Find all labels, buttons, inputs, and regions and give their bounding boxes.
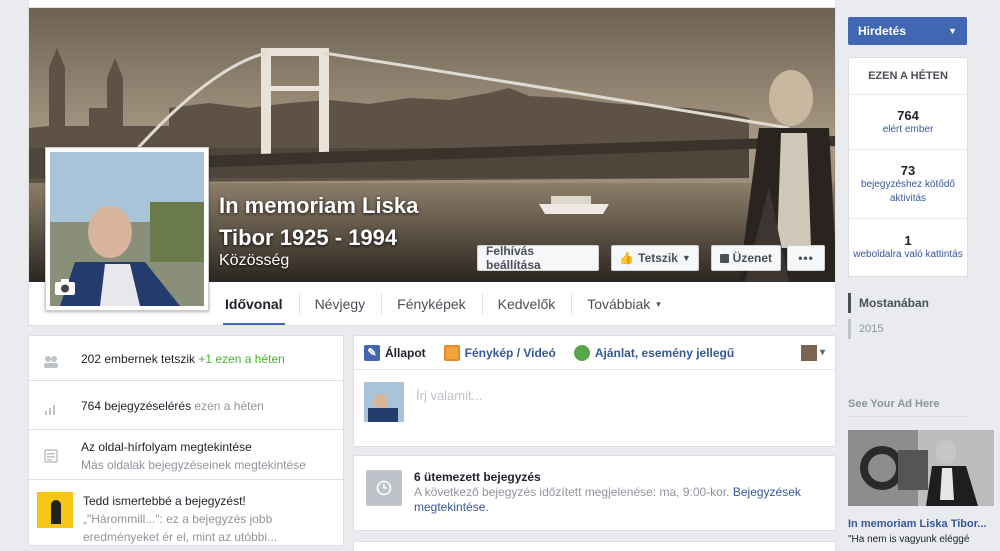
tab-more[interactable]: Továbbiak ▾ xyxy=(571,282,677,325)
composer-tab-offer[interactable]: Ajánlat, esemény jellegű xyxy=(573,344,735,361)
timeline-nav: Mostanában 2015 xyxy=(848,293,968,339)
cover-card: In memoriam Liska Tibor 1925 - 1994 Közö… xyxy=(28,8,836,326)
composer-tab-status-label: Állapot xyxy=(385,345,426,360)
promote-card[interactable]: Tedd ismertebbé a bejegyzést! „"Hárommil… xyxy=(28,480,344,546)
stat-engagement[interactable]: 73 bejegyzéshez kötődő aktivitás xyxy=(849,149,967,218)
chevron-down-icon: ▾ xyxy=(819,347,825,358)
bar-chart-icon xyxy=(43,401,59,417)
chevron-down-icon: ▾ xyxy=(656,298,661,309)
scheduled-text: A következő bejegyzés időzített megjelen… xyxy=(414,485,730,499)
more-icon: ••• xyxy=(798,251,814,265)
like-button[interactable]: 👍 Tetszik ▼ xyxy=(611,245,699,271)
profile-picture[interactable] xyxy=(45,147,209,311)
composer-input[interactable]: Írj valamit... xyxy=(416,388,482,422)
feed-subtitle: Más oldalak bejegyzéseinek megtekintése xyxy=(81,458,306,472)
likes-card[interactable]: 202 embernek tetszik +1 ezen a héten xyxy=(28,335,344,381)
page-category[interactable]: Közösség xyxy=(219,252,289,270)
stat-number: 73 xyxy=(900,162,916,178)
scheduled-posts-card: 6 ütemezett bejegyzés A következő bejegy… xyxy=(353,455,836,531)
next-card xyxy=(353,541,836,551)
tab-about[interactable]: Névjegy xyxy=(298,282,382,325)
reach-card[interactable]: 764 bejegyzéselérés ezen a héten xyxy=(28,381,344,430)
likes-delta: +1 ezen a héten xyxy=(198,352,285,366)
ad-title[interactable]: In memoriam Liska Tibor... xyxy=(848,518,1000,530)
likes-count: 202 embernek tetszik xyxy=(81,352,196,366)
feed-title: Az oldal-hírfolyam megtekintése xyxy=(81,440,252,454)
divider xyxy=(848,416,968,417)
tab-more-label: Továbbiak xyxy=(587,296,651,312)
view-posts-link[interactable]: Bejegyzések xyxy=(733,485,801,499)
promo-title: Tedd ismertebbé a bejegyzést! xyxy=(83,494,246,508)
stat-label: bejegyzéshez kötődő aktivitás xyxy=(861,178,955,204)
promo-text-2: eredményeket ér el, mint az utóbbi... xyxy=(83,530,278,544)
view-posts-link-2[interactable]: megtekintése. xyxy=(414,500,801,515)
camera-icon[interactable] xyxy=(54,278,76,296)
reach-period: ezen a héten xyxy=(194,399,264,413)
pencil-icon: ✎ xyxy=(364,344,380,361)
avatar xyxy=(364,382,404,422)
clock-icon xyxy=(366,470,402,506)
people-icon xyxy=(43,354,59,370)
cta-button[interactable]: Felhívás beállítása xyxy=(477,244,599,272)
reach-count: 764 bejegyzéselérés xyxy=(81,399,192,413)
composer-tab-photo[interactable]: Fénykép / Videó xyxy=(443,344,556,361)
tab-timeline[interactable]: Idővonal xyxy=(209,282,299,325)
stat-label: elért ember xyxy=(882,123,934,135)
stat-clicks[interactable]: 1 weboldalra való kattintás xyxy=(849,218,967,276)
photo-icon xyxy=(443,344,460,361)
feed-card[interactable]: Az oldal-hírfolyam megtekintése Más olda… xyxy=(28,430,344,480)
top-strip xyxy=(28,0,836,8)
like-button-label: Tetszik xyxy=(638,251,678,265)
stat-number: 764 xyxy=(897,107,919,123)
this-week-card: EZEN A HÉTEN 764 elért ember 73 bejegyzé… xyxy=(848,57,968,277)
post-composer: ✎ Állapot Fénykép / Videó Ajánlat, esemé… xyxy=(353,335,836,447)
promo-thumbnail xyxy=(37,492,73,528)
cta-button-label: Felhívás beállítása xyxy=(486,244,541,272)
composer-tab-offer-label: Ajánlat, esemény jellegű xyxy=(594,345,735,360)
composer-tabs: ✎ Állapot Fénykép / Videó Ajánlat, esemé… xyxy=(354,336,835,370)
advertise-button[interactable]: Hirdetés ▼ xyxy=(848,17,967,45)
message-icon xyxy=(720,253,729,263)
see-ad-heading: See Your Ad Here xyxy=(848,398,940,410)
composer-tab-status[interactable]: ✎ Állapot xyxy=(364,344,426,361)
scheduled-title: 6 ütemezett bejegyzés xyxy=(414,470,541,484)
tab-likes[interactable]: Kedvelők xyxy=(481,282,572,325)
more-button[interactable]: ••• xyxy=(787,245,825,271)
post-as-selector[interactable]: ▾ xyxy=(800,344,825,361)
promo-text-1: „"Hárommill...": ez a bejegyzés jobb xyxy=(83,512,273,526)
tab-photos[interactable]: Fényképek xyxy=(381,282,481,325)
chevron-down-icon: ▼ xyxy=(681,253,691,263)
avatar xyxy=(800,344,817,361)
week-heading: EZEN A HÉTEN xyxy=(868,70,948,82)
stat-reach[interactable]: 764 elért ember xyxy=(849,94,967,149)
page-title: In memoriam Liska Tibor 1925 - 1994 xyxy=(219,193,419,250)
page-tabs: Idővonal Névjegy Fényképek Kedvelők Tová… xyxy=(209,282,677,325)
message-button[interactable]: Üzenet xyxy=(711,245,781,271)
offer-icon xyxy=(573,344,590,361)
ad-text: "Ha nem is vagyunk eléggé xyxy=(848,534,970,545)
news-feed-icon xyxy=(43,448,59,464)
timeline-nav-recent[interactable]: Mostanában xyxy=(848,293,968,313)
timeline-nav-2015[interactable]: 2015 xyxy=(848,319,968,339)
message-button-label: Üzenet xyxy=(732,251,772,265)
stat-label: weboldalra való kattintás xyxy=(853,249,963,260)
chevron-down-icon: ▼ xyxy=(948,26,957,36)
stat-number: 1 xyxy=(904,233,912,248)
thumbs-up-icon: 👍 xyxy=(619,251,635,265)
composer-tab-photo-label: Fénykép / Videó xyxy=(464,345,556,360)
ad-image[interactable] xyxy=(848,430,994,506)
advertise-button-label: Hirdetés xyxy=(858,24,907,38)
